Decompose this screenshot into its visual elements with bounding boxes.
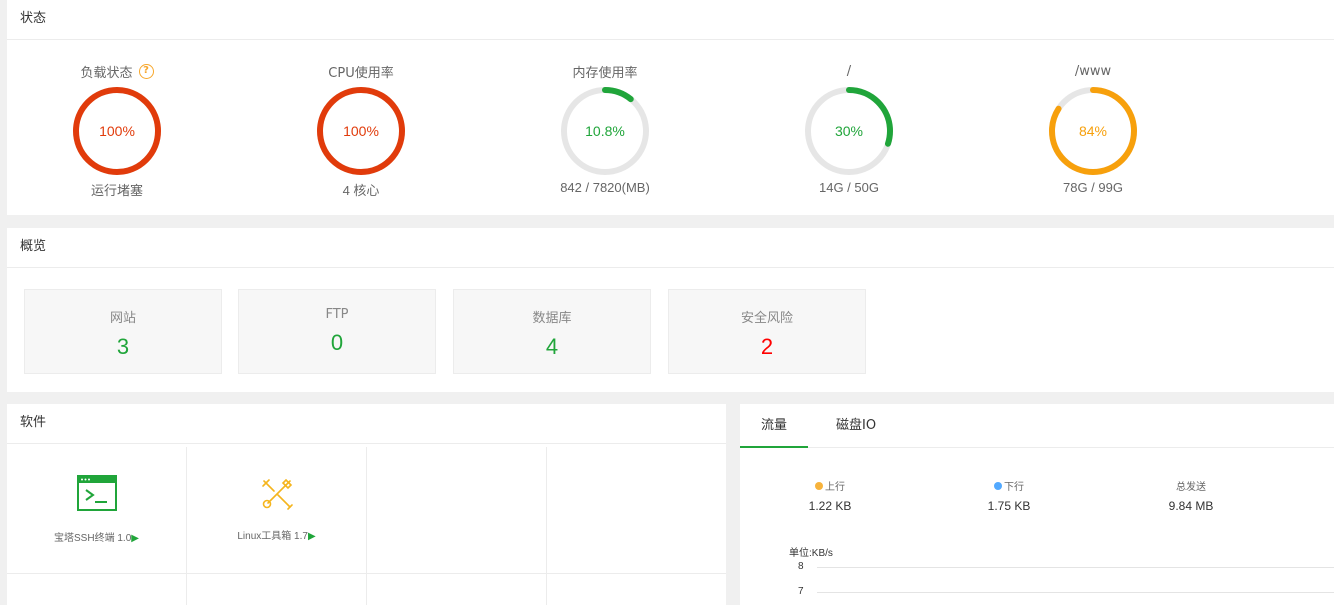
gauge-label-text: / — [846, 63, 852, 79]
gauge-ring: 100% — [317, 87, 405, 175]
overview-card-databases[interactable]: 数据库 4 — [453, 289, 651, 374]
gauge-label: 内存使用率 — [525, 62, 685, 81]
tab-disk-io[interactable]: 磁盘IO — [836, 404, 876, 448]
overview-card-label: 网站 — [109, 311, 136, 326]
gauge-sub: 14G / 50G — [819, 180, 879, 195]
gauge-label: /www — [1013, 62, 1173, 80]
tab-traffic[interactable]: 流量 — [740, 404, 809, 448]
overview-card-label: FTP — [325, 307, 349, 322]
gauge-ring: 100% — [73, 87, 161, 175]
software-slot-empty — [367, 574, 547, 605]
software-slot-empty — [547, 447, 726, 574]
overview-card-value: 3 — [116, 334, 130, 359]
chart-unit-label: 单位:KB/s — [789, 548, 833, 559]
gauge-disk-root[interactable]: / 30% 14G / 50G — [769, 40, 929, 195]
overview-card-value: 4 — [545, 334, 559, 359]
gauge-cpu[interactable]: CPU使用率 100% 4 核心 — [281, 40, 441, 199]
upload-dot-icon — [815, 482, 823, 490]
software-grid: 宝塔SSH终端 1.0▶ Linux工具箱 1.7▶ — [7, 447, 726, 605]
software-item-name: Linux工具箱 1.7 — [237, 531, 308, 542]
gauge-label-text: CPU使用率 — [328, 65, 394, 81]
status-panel: 状态 负载状态? 100% 运行堵塞 CPU使用率 100% 4 核心 内存使用率 10.8%… — [7, 0, 1334, 215]
gauge-ring: 30% — [805, 87, 893, 175]
traffic-panel: 流量 磁盘IO 上行 1.22 KB 下行 1.75 KB 总发送 9.84 M… — [740, 404, 1334, 605]
stat-label: 上行 — [825, 482, 845, 493]
gauge-load[interactable]: 负载状态? 100% 运行堵塞 — [37, 40, 197, 199]
overview-card-ftp[interactable]: FTP 0 — [238, 289, 436, 374]
overview-panel: 概览 网站 3 FTP 0 数据库 4 安全风险 2 — [7, 228, 1334, 392]
stat-value: 9.84 MB — [1168, 499, 1214, 513]
software-panel: 软件 宝塔SSH终端 1.0▶ Linux工具箱 1.7▶ — [7, 404, 726, 605]
software-item-linux-toolbox[interactable]: Linux工具箱 1.7▶ — [187, 447, 367, 574]
software-slot-empty — [187, 574, 367, 605]
gauge-sub: 运行堵塞 — [90, 183, 143, 198]
gauge-value: 84% — [1079, 123, 1107, 139]
gauge-label: 负载状态? — [37, 62, 197, 81]
play-arrow-icon[interactable]: ▶ — [308, 531, 316, 542]
software-slot-empty — [547, 574, 726, 605]
traffic-tabs: 流量 磁盘IO — [740, 404, 1334, 448]
overview-card-value: 2 — [760, 334, 774, 359]
gauge-label: / — [769, 62, 929, 80]
software-item-name: 宝塔SSH终端 1.0 — [54, 533, 132, 544]
software-slot-empty — [7, 574, 187, 605]
gauge-ring: 10.8% — [561, 87, 649, 175]
gauge-value: 100% — [343, 123, 379, 139]
stat-value: 1.22 KB — [808, 499, 852, 513]
gauge-label-text: 负载状态 — [80, 65, 133, 81]
tools-icon — [261, 478, 293, 510]
stat-total-sent: 总发送 9.84 MB — [1141, 478, 1241, 513]
gridline — [817, 592, 1334, 593]
gauge-memory[interactable]: 内存使用率 10.8% 842 / 7820(MB) — [525, 40, 685, 196]
gauge-value: 30% — [835, 123, 863, 139]
overview-title: 概览 — [7, 228, 1334, 268]
stat-upload: 上行 1.22 KB — [780, 478, 880, 513]
overview-card-value: 0 — [330, 330, 344, 355]
stat-label: 下行 — [1004, 482, 1024, 493]
stat-label: 总发送 — [1176, 482, 1206, 493]
overview-card-websites[interactable]: 网站 3 — [24, 289, 222, 374]
play-arrow-icon[interactable]: ▶ — [131, 533, 139, 544]
stat-value: 1.75 KB — [987, 499, 1031, 513]
gauge-value: 100% — [99, 123, 135, 139]
gauge-sub: 842 / 7820(MB) — [560, 180, 650, 195]
gauge-sub: 78G / 99G — [1063, 180, 1123, 195]
software-title: 软件 — [7, 404, 726, 444]
overview-card-label: 安全风险 — [740, 311, 793, 326]
software-item-ssh-terminal[interactable]: 宝塔SSH终端 1.0▶ — [7, 447, 187, 574]
gridline — [817, 567, 1334, 568]
gauge-label-text: 内存使用率 — [572, 65, 638, 81]
overview-card-label: 数据库 — [532, 311, 572, 326]
overview-card-security-risk[interactable]: 安全风险 2 — [668, 289, 866, 374]
help-icon[interactable]: ? — [138, 63, 154, 79]
gauge-label-text: /www — [1074, 63, 1112, 79]
y-tick: 7 — [798, 586, 804, 597]
gauge-disk-www[interactable]: /www 84% 78G / 99G — [1013, 40, 1173, 195]
gauge-value: 10.8% — [585, 123, 625, 139]
y-tick: 8 — [798, 561, 804, 572]
status-title: 状态 — [7, 0, 1334, 40]
stat-download: 下行 1.75 KB — [959, 478, 1059, 513]
gauge-ring: 84% — [1049, 87, 1137, 175]
terminal-icon — [76, 475, 117, 511]
software-slot-empty — [367, 447, 547, 574]
gauge-label: CPU使用率 — [281, 62, 441, 81]
gauge-sub: 4 核心 — [342, 183, 380, 198]
download-dot-icon — [994, 482, 1002, 490]
